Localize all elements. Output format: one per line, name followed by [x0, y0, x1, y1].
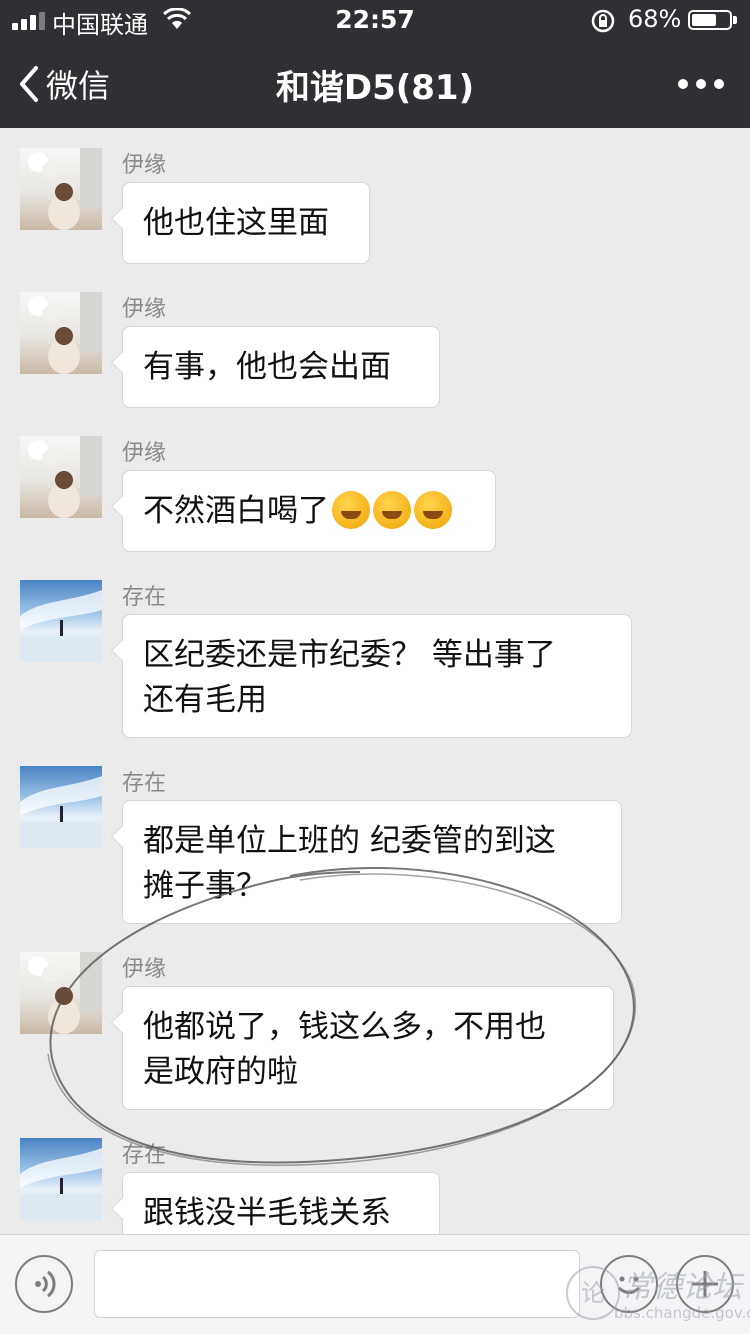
forum-logo-icon: 论	[566, 1266, 620, 1320]
rotation-lock-icon	[591, 9, 615, 33]
sender-name: 伊缘	[122, 441, 167, 466]
message-text-line: 都是单位上班的 纪委管的到这	[143, 823, 556, 859]
message-text: 不然酒白喝了	[143, 493, 329, 529]
avatar-yiyuan[interactable]	[20, 292, 102, 374]
message-text-line: 区纪委还是市纪委？ 等出事了	[143, 637, 556, 673]
avatar-cunzai[interactable]	[20, 580, 102, 662]
message-bubble[interactable]: 他都说了，钱这么多，不用也 是政府的啦	[122, 986, 614, 1110]
avatar-yiyuan[interactable]	[20, 436, 102, 518]
avatar-cunzai[interactable]	[20, 766, 102, 848]
more-dots-icon	[678, 79, 688, 89]
watermark-url: bbs.changde.gov.cn	[614, 1304, 750, 1322]
message-bubble[interactable]: 跟钱没半毛钱关系	[122, 1172, 440, 1234]
chat-title: 和谐D5(81)	[275, 68, 475, 108]
avatar-yiyuan[interactable]	[20, 148, 102, 230]
sender-name: 伊缘	[122, 153, 167, 178]
battery-icon	[688, 10, 732, 30]
sender-name: 存在	[122, 1143, 167, 1168]
facepalm-laugh-emoji	[414, 490, 452, 529]
message-bubble[interactable]: 都是单位上班的 纪委管的到这 摊子事？	[122, 800, 622, 924]
message-bubble[interactable]: 他也住这里面	[122, 182, 370, 264]
watermark-name: 常德论坛	[622, 1270, 742, 1305]
message-bubble[interactable]: 不然酒白喝了	[122, 470, 496, 552]
message-bubble[interactable]: 区纪委还是市纪委？ 等出事了 还有毛用	[122, 614, 632, 738]
message-text: 他也住这里面	[143, 205, 329, 241]
message-text-line: 他都说了，钱这么多，不用也	[143, 1009, 546, 1045]
status-bar: 中国联通 22:57 68%	[0, 0, 750, 40]
message-text: 跟钱没半毛钱关系	[143, 1195, 391, 1231]
sender-name: 存在	[122, 585, 167, 610]
sender-name: 伊缘	[122, 957, 167, 982]
voice-icon	[35, 1270, 56, 1298]
sender-name: 存在	[122, 771, 167, 796]
top-bar: 中国联通 22:57 68% 微信 和谐D5(81)	[0, 0, 750, 128]
more-button[interactable]	[678, 76, 724, 92]
facepalm-laugh-emoji	[332, 490, 370, 529]
watermark: 论 常德论坛 bbs.changde.gov.cn	[566, 1262, 750, 1334]
sender-name: 伊缘	[122, 297, 167, 322]
voice-button[interactable]	[15, 1255, 73, 1313]
message-text-line: 摊子事？	[143, 868, 267, 904]
facepalm-laugh-emoji	[373, 490, 411, 529]
message-text: 有事，他也会出面	[143, 349, 391, 385]
message-input[interactable]	[94, 1250, 580, 1318]
battery-percent: 68%	[628, 5, 682, 33]
message-bubble[interactable]: 有事，他也会出面	[122, 326, 440, 408]
message-text-line: 还有毛用	[143, 682, 267, 718]
avatar-cunzai[interactable]	[20, 1138, 102, 1220]
chat-messages[interactable]: 伊缘 他也住这里面 伊缘 有事，他也会出面 伊缘 不然酒白喝了 存在 区纪委还是…	[0, 128, 750, 1234]
avatar-yiyuan[interactable]	[20, 952, 102, 1034]
message-text-line: 是政府的啦	[143, 1054, 298, 1090]
